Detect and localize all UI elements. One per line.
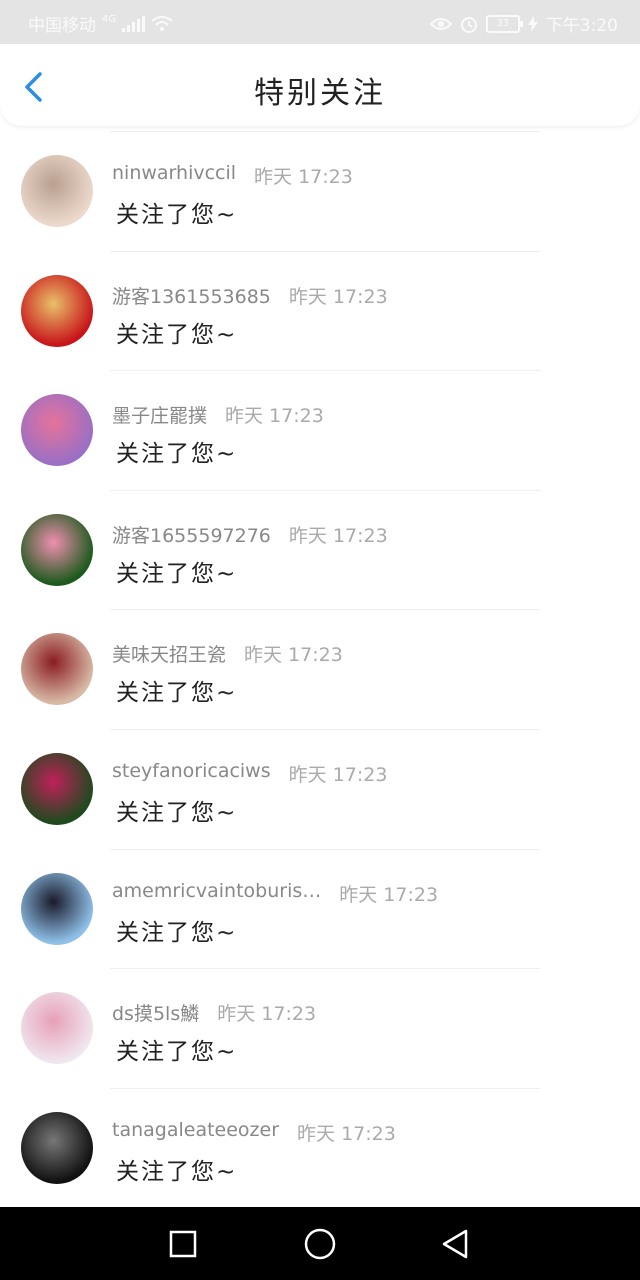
message-text: 关注了您~ [116, 1158, 238, 1185]
divider [110, 609, 540, 611]
name-line: 游客1361553685 昨天 17:23 [112, 282, 388, 309]
alarm-icon [460, 16, 477, 33]
message-text: 关注了您~ [116, 321, 238, 348]
timestamp: 昨天 17:23 [244, 644, 343, 667]
divider [110, 1087, 540, 1089]
username[interactable]: ninwarhivccil [112, 162, 236, 189]
username[interactable]: 游客1655597276 [112, 521, 271, 548]
divider [110, 728, 540, 730]
triangle-back-icon[interactable] [438, 1227, 472, 1261]
message-text: 关注了您~ [116, 919, 238, 946]
list-item[interactable]: 墨子庄罷撲 昨天 17:23 关注了您~ [0, 370, 640, 490]
name-line: tanagaleateeozer 昨天 17:23 [112, 1119, 396, 1146]
avatar[interactable] [21, 633, 93, 706]
divider [110, 848, 540, 850]
username[interactable]: tanagaleateeozer [112, 1119, 279, 1146]
username[interactable]: steyfanoricaciws [112, 760, 271, 787]
list-item[interactable]: 美味天招王瓷 昨天 17:23 关注了您~ [0, 609, 640, 729]
timestamp: 昨天 17:23 [288, 763, 388, 786]
charging-icon [527, 15, 538, 32]
square-icon[interactable] [166, 1227, 200, 1261]
follow-list: ninwarhivccil 昨天 17:23 关注了您~ 游客1361553685 昨天… [0, 131, 640, 1207]
avatar[interactable] [21, 1111, 93, 1184]
avatar[interactable] [21, 394, 93, 467]
divider [110, 370, 540, 372]
clock-label: 下午3:20 [545, 16, 618, 36]
timestamp: 昨天 17:23 [339, 883, 439, 906]
name-line: ninwarhivccil 昨天 17:23 [112, 162, 353, 189]
list-item[interactable]: tanagaleateeozer 昨天 17:23 关注了您~ [0, 1087, 640, 1208]
carrier-label: 中国移动 [28, 16, 96, 36]
header: 特别关注 [0, 44, 640, 126]
timestamp: 昨天 17:23 [225, 405, 324, 428]
name-line: ds摸5ls鱗 昨天 17:23 [112, 999, 316, 1026]
battery-icon: 33 [485, 14, 523, 33]
list-item[interactable]: 游客1361553685 昨天 17:23 关注了您~ [0, 250, 640, 371]
avatar[interactable] [21, 274, 93, 347]
list-item[interactable]: ds摸5ls鱗 昨天 17:23 关注了您~ [0, 968, 640, 1088]
network-label: 4G [102, 14, 117, 25]
username[interactable]: 美味天招王瓷 [112, 640, 226, 667]
username[interactable]: 墨子庄罷撲 [112, 401, 207, 428]
divider [110, 131, 540, 132]
name-line: amemricvaintoburis… 昨天 17:23 [112, 880, 438, 907]
name-line: 游客1655597276 昨天 17:23 [112, 521, 388, 548]
nav-bar [0, 1207, 640, 1280]
timestamp: 昨天 17:23 [297, 1122, 396, 1145]
status-bar: 中国移动 4G 33 下午3:20 [0, 0, 640, 44]
message-text: 关注了您~ [116, 799, 238, 826]
wifi-icon [151, 15, 173, 31]
signal-icon [122, 15, 146, 32]
list-item[interactable]: 游客1655597276 昨天 17:23 关注了您~ [0, 489, 640, 610]
timestamp: 昨天 17:23 [288, 285, 388, 308]
timestamp: 昨天 17:23 [288, 524, 388, 547]
username[interactable]: ds摸5ls鱗 [112, 999, 199, 1026]
status-right: 33 下午3:20 [429, 11, 618, 36]
username[interactable]: amemricvaintoburis… [112, 880, 321, 907]
name-line: steyfanoricaciws 昨天 17:23 [112, 760, 387, 787]
message-text: 关注了您~ [116, 441, 238, 468]
page-title: 特别关注 [254, 76, 386, 111]
timestamp: 昨天 17:23 [217, 1003, 317, 1026]
username[interactable]: 游客1361553685 [112, 282, 271, 309]
avatar[interactable] [21, 155, 93, 227]
message-text: 关注了您~ [116, 1039, 238, 1066]
status-left: 中国移动 4G [28, 11, 173, 36]
list-item[interactable]: steyfanoricaciws 昨天 17:23 关注了您~ [0, 728, 640, 849]
message-text: 关注了您~ [116, 202, 238, 228]
avatar[interactable] [21, 872, 93, 945]
name-line: 美味天招王瓷 昨天 17:23 [112, 640, 343, 667]
eye-icon [429, 17, 452, 30]
name-line: 墨子庄罷撲 昨天 17:23 [112, 401, 324, 428]
avatar[interactable] [21, 513, 93, 586]
message-text: 关注了您~ [116, 680, 238, 707]
circle-icon[interactable] [303, 1227, 337, 1261]
divider [110, 968, 540, 970]
message-text: 关注了您~ [116, 560, 238, 587]
divider [110, 489, 540, 491]
timestamp: 昨天 17:23 [254, 166, 353, 188]
avatar[interactable] [21, 992, 93, 1065]
list-item[interactable]: ninwarhivccil 昨天 17:23 关注了您~ [0, 131, 640, 251]
divider [110, 250, 540, 252]
list-item[interactable]: amemricvaintoburis… 昨天 17:23 关注了您~ [0, 848, 640, 969]
avatar[interactable] [21, 752, 93, 825]
